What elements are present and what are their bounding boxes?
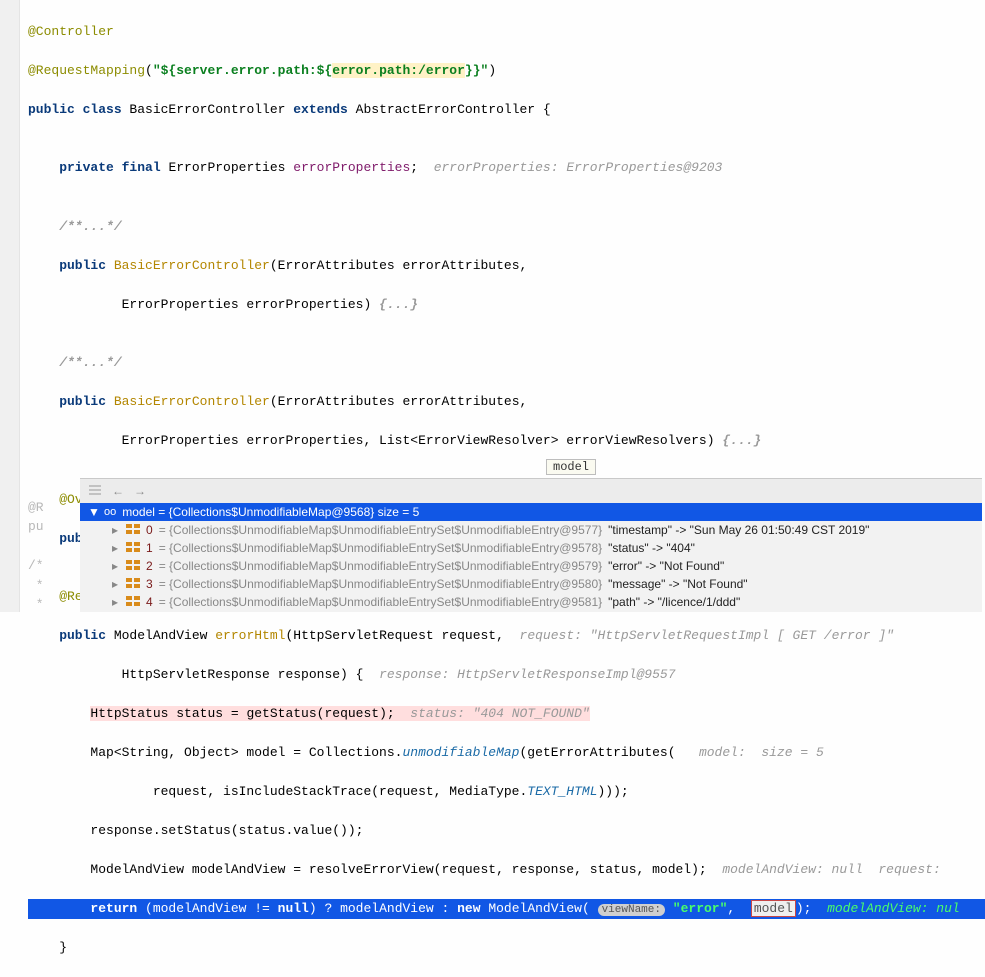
map-entry-icon (126, 596, 140, 608)
map-entry-icon (126, 542, 140, 554)
debug-variable-row[interactable]: ▸3 = {Collections$UnmodifiableMap$Unmodi… (80, 575, 982, 593)
inline-debug-value: request: "HttpServletRequestImpl [ GET /… (520, 628, 894, 643)
editor-gutter[interactable] (0, 0, 20, 612)
debug-variable-row[interactable]: ▸4 = {Collections$UnmodifiableMap$Unmodi… (80, 593, 982, 611)
inline-debug-value: modelAndView: null request: (722, 862, 940, 877)
inline-debug-value: model: size = 5 (699, 745, 824, 760)
debug-toolbar[interactable]: ← → (80, 479, 982, 503)
annotation: @RequestMapping (28, 63, 145, 78)
back-icon[interactable]: ← (112, 484, 124, 498)
param-hint-badge: viewName: (598, 904, 665, 916)
debug-variables-panel[interactable]: ← → ▼ oo model = {Collections$Unmodifiab… (80, 478, 982, 612)
execution-line: return (modelAndView != null) ? modelAnd… (28, 899, 985, 919)
debug-variable-row[interactable]: ▸0 = {Collections$UnmodifiableMap$Unmodi… (80, 521, 982, 539)
map-entry-icon (126, 524, 140, 536)
background-faded-code: @R pu /* * * * * (28, 478, 80, 612)
chevron-right-icon[interactable]: ▸ (110, 577, 120, 591)
stack-icon[interactable] (88, 484, 102, 499)
hover-tooltip: model (546, 459, 596, 475)
map-entry-icon (126, 578, 140, 590)
debug-variable-row[interactable]: ▸2 = {Collections$UnmodifiableMap$Unmodi… (80, 557, 982, 575)
chevron-right-icon[interactable]: ▸ (110, 541, 120, 555)
inline-debug-value: response: HttpServletResponseImpl@9557 (379, 667, 675, 682)
chevron-right-icon[interactable]: ▸ (110, 559, 120, 573)
debug-root-variable[interactable]: ▼ oo model = {Collections$UnmodifiableMa… (80, 503, 982, 521)
annotation: @Controller (28, 24, 114, 39)
chevron-down-icon[interactable]: ▼ (88, 505, 98, 519)
debug-variable-row[interactable]: ▸1 = {Collections$UnmodifiableMap$Unmodi… (80, 539, 982, 557)
inline-debug-value: status: "404 NOT_FOUND" (410, 706, 589, 721)
map-entry-icon (126, 560, 140, 572)
hovered-variable[interactable]: model (751, 900, 796, 917)
chevron-right-icon[interactable]: ▸ (110, 523, 120, 537)
forward-icon[interactable]: → (134, 484, 146, 498)
chevron-right-icon[interactable]: ▸ (110, 595, 120, 609)
inline-debug-value: errorProperties: ErrorProperties@9203 (434, 160, 723, 175)
